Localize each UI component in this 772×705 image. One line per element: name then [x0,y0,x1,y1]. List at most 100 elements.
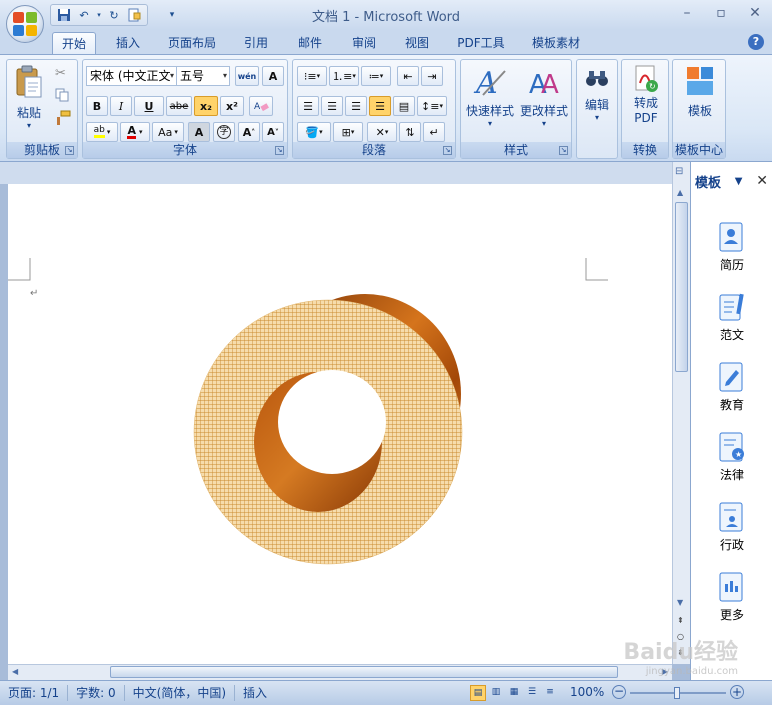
superscript-button[interactable]: x² [220,96,244,116]
clipboard-dialog-launcher[interactable]: ↘ [65,146,74,155]
paragraph-dialog-launcher[interactable]: ↘ [443,146,452,155]
status-page[interactable]: 页面: 1/1 [0,685,69,701]
align-right-button[interactable]: ☰ [345,96,367,116]
zoom-out-icon[interactable]: − [612,685,626,699]
font-size-dropdown-icon[interactable]: ▾ [223,67,227,85]
customize-qat-icon[interactable]: ▾ [163,7,181,23]
tab-pdf-tools[interactable]: PDF工具 [451,32,511,54]
phonetic-guide-button[interactable]: wén [235,66,259,86]
tab-home[interactable]: 开始 [52,32,96,54]
tab-references[interactable]: 引用 [236,32,276,54]
document-page[interactable]: ↵ [8,184,672,664]
justify-button[interactable]: ☰ [369,96,391,116]
minimize-icon[interactable]: – [670,0,704,26]
change-styles-button[interactable]: AA 更改样式 ▾ [517,64,571,128]
font-dialog-launcher[interactable]: ↘ [275,146,284,155]
pane-item-administration[interactable]: 行政 [691,502,772,553]
pane-item-law[interactable]: ★ 法律 [691,432,772,483]
font-name-combo[interactable]: 宋体 (中文正文 ▾ [86,66,177,86]
status-language[interactable]: 中文(简体，中国) [125,685,236,701]
vertical-scrollbar[interactable]: ⊟ ▲ ▼ ⇞ ○ ⇟ [672,162,690,664]
zoom-slider-thumb[interactable] [674,687,680,699]
outline-view-icon[interactable]: ☰ [524,685,540,701]
close-icon[interactable]: ✕ [738,0,772,26]
grow-font-button[interactable]: A ˄ [238,122,260,142]
strikethrough-button[interactable]: abe [166,96,192,116]
redo-icon[interactable]: ↻ [105,7,123,23]
undo-icon[interactable]: ↶ [75,7,93,23]
chinese-layout-button[interactable]: ✕ ▾ [367,122,397,142]
sort-button[interactable]: ⇅ [399,122,421,142]
tab-review[interactable]: 审阅 [344,32,384,54]
zoom-level[interactable]: 100% [570,685,604,699]
tab-template-materials[interactable]: 模板素材 [525,32,587,54]
office-button[interactable] [6,5,44,43]
tab-page-layout[interactable]: 页面布局 [162,32,222,54]
scroll-up-icon[interactable]: ▲ [677,188,683,197]
cut-icon[interactable]: ✂ [55,66,66,81]
italic-button[interactable]: I [110,96,132,116]
font-name-dropdown-icon[interactable]: ▾ [170,67,174,85]
editing-button[interactable]: 编辑 ▾ [578,64,616,122]
tab-mailings[interactable]: 邮件 [290,32,330,54]
align-center-button[interactable]: ☰ [321,96,343,116]
bold-button[interactable]: B [86,96,108,116]
full-screen-reading-icon[interactable]: ▥ [488,685,504,701]
highlight-button[interactable]: ab ▾ [86,122,118,142]
character-shading-button[interactable]: A [188,122,210,142]
clear-formatting-button[interactable]: A [249,96,273,116]
pane-options-icon[interactable]: ▼ [735,176,743,187]
help-icon[interactable]: ? [748,34,764,50]
increase-indent-button[interactable]: ⇥ [421,66,443,86]
horizontal-scrollbar[interactable]: ◀ ▶ [8,664,672,680]
ruler-toggle-icon[interactable]: ⊟ [675,166,683,177]
draft-view-icon[interactable]: ≡ [542,685,558,701]
template-button[interactable]: 模板 [677,64,723,119]
maximize-icon[interactable]: ▫ [704,0,738,26]
tab-view[interactable]: 视图 [397,32,437,54]
tab-insert[interactable]: 插入 [108,32,148,54]
borders-button[interactable]: ⊞ ▾ [333,122,363,142]
convert-pdf-button[interactable]: ↻ 转成 PDF [624,64,668,125]
bullets-button[interactable]: ⁝≡ ▾ [297,66,327,86]
pane-close-icon[interactable]: ✕ [756,173,768,189]
multilevel-list-button[interactable]: ≔ ▾ [361,66,391,86]
distributed-button[interactable]: ▤ [393,96,415,116]
change-case-button[interactable]: Aa ▾ [152,122,184,142]
undo-dropdown-icon[interactable]: ▾ [95,7,103,23]
status-word-count[interactable]: 字数: 0 [68,685,125,701]
zoom-in-icon[interactable]: + [730,685,744,699]
pane-item-sample-text[interactable]: 范文 [691,292,772,343]
styles-dialog-launcher[interactable]: ↘ [559,146,568,155]
paste-button[interactable]: 粘贴 ▾ [9,64,49,130]
shading-button[interactable]: 🪣 ▾ [297,122,331,142]
font-size-combo[interactable]: 五号 ▾ [176,66,230,86]
print-layout-view-icon[interactable]: ▤ [470,685,486,701]
align-left-button[interactable]: ☰ [297,96,319,116]
status-insert-mode[interactable]: 插入 [235,685,275,701]
print-preview-icon[interactable] [125,7,143,23]
show-marks-button[interactable]: ↵ [423,122,445,142]
quick-styles-button[interactable]: A 快速样式 ▾ [463,64,517,128]
subscript-button[interactable]: x₂ [194,96,218,116]
vertical-scroll-thumb[interactable] [675,202,688,372]
decrease-indent-button[interactable]: ⇤ [397,66,419,86]
save-icon[interactable] [55,7,73,23]
scroll-down-icon[interactable]: ▼ [677,598,683,607]
line-spacing-button[interactable]: ↕≡ ▾ [417,96,447,116]
font-color-button[interactable]: A ▾ [120,122,150,142]
horizontal-scroll-thumb[interactable] [110,666,618,678]
ring-shape[interactable] [193,294,463,565]
pane-item-resume[interactable]: 简历 [691,222,772,273]
format-painter-icon[interactable] [55,110,71,129]
shrink-font-button[interactable]: A ˅ [262,122,284,142]
previous-page-icon[interactable]: ⇞ [677,616,684,625]
web-layout-view-icon[interactable]: ▦ [506,685,522,701]
underline-button[interactable]: U [134,96,164,116]
pane-item-education[interactable]: 教育 [691,362,772,413]
copy-icon[interactable] [55,88,69,105]
character-border-button[interactable]: A [262,66,284,86]
enclose-characters-button[interactable]: 字 [213,122,235,142]
scroll-left-icon[interactable]: ◀ [12,667,18,676]
numbering-button[interactable]: ⒈≡ ▾ [329,66,359,86]
